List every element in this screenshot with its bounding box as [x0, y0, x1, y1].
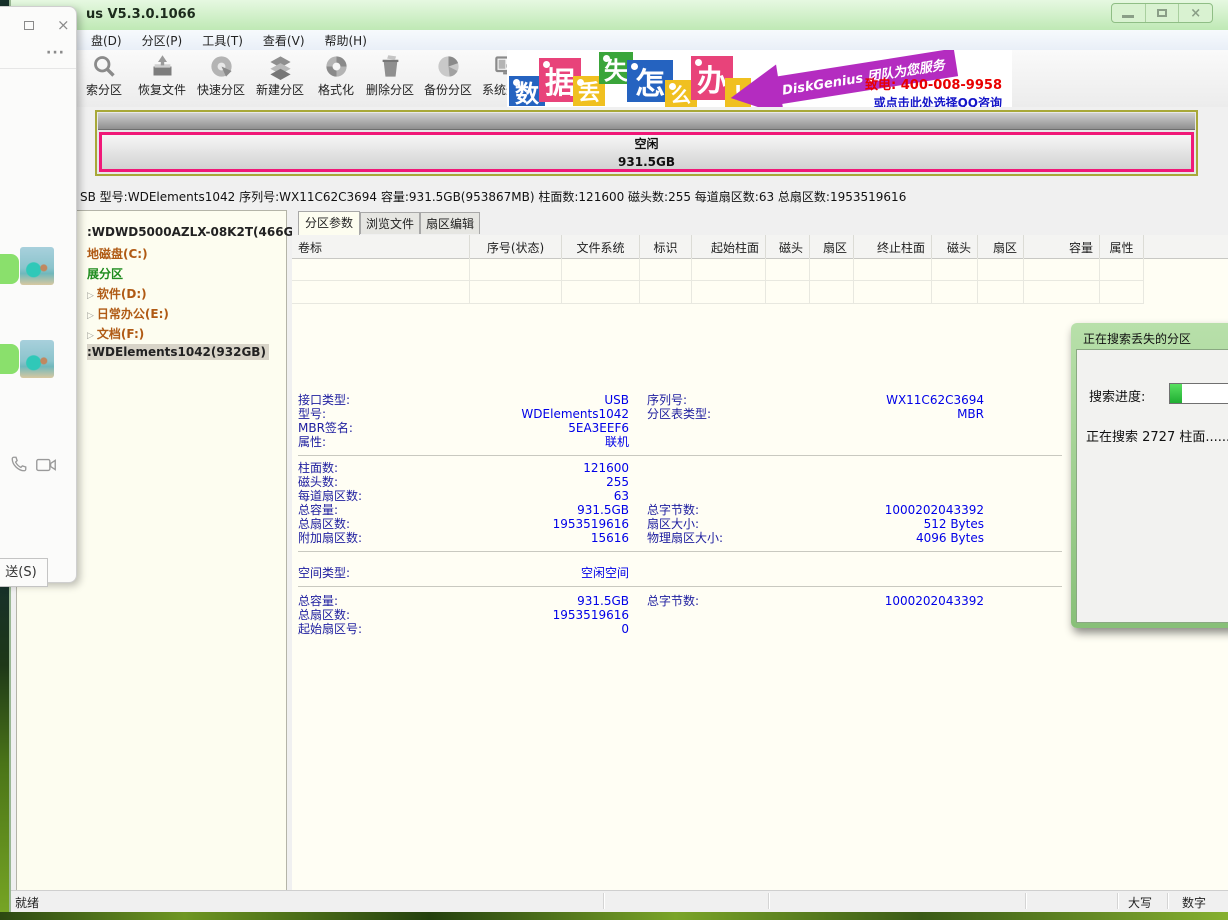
- table-header: 卷标 序号(状态) 文件系统 标识 起始柱面 磁头 扇区 终止柱面 磁头 扇区 …: [292, 235, 1228, 259]
- info-separator: [298, 455, 1062, 456]
- status-bar: 就绪 大写 数字: [11, 890, 1228, 912]
- menu-partition[interactable]: 分区(P): [132, 30, 193, 51]
- maximize-icon: [1157, 9, 1167, 17]
- close-icon[interactable]: ×: [57, 16, 70, 34]
- disk-info-line: SB 型号:WDElements1042 序列号:WX11C62C3694 容量…: [11, 184, 1228, 210]
- tree-expand-icon[interactable]: ▷: [87, 311, 94, 321]
- disk-frame: 空闲 931.5GB: [95, 110, 1198, 176]
- ad-phone-number: 致电: 400-008-9958: [865, 74, 1002, 93]
- new-partition-button[interactable]: 新建分区: [251, 53, 309, 105]
- tree-expand-icon[interactable]: ▷: [87, 291, 94, 301]
- col-head2[interactable]: 磁头: [932, 235, 978, 258]
- dialog-title[interactable]: 正在搜索丢失的分区: [1083, 330, 1191, 347]
- photo-avatar[interactable]: [20, 247, 54, 285]
- recover-files-icon: [149, 53, 176, 80]
- backup-partition-button[interactable]: 备份分区: [419, 53, 477, 105]
- diskgenius-window: us V5.3.0.1066 × 盘(D) 分区(P) 工具(T) 查看(V) …: [9, 0, 1228, 912]
- ad-qq-link[interactable]: 或点击此处选择QQ咨询: [865, 94, 1002, 107]
- caption-buttons: ×: [1111, 3, 1213, 23]
- format-button[interactable]: 格式化: [307, 53, 365, 105]
- tab-sector-edit[interactable]: 扇区编辑: [420, 212, 480, 234]
- col-end-cylinder[interactable]: 终止柱面: [854, 235, 932, 258]
- search-icon: [91, 53, 118, 80]
- col-head1[interactable]: 磁头: [766, 235, 810, 258]
- free-space-bar[interactable]: 空闲 931.5GB: [99, 132, 1194, 172]
- status-capslock: 大写: [1128, 894, 1152, 911]
- menu-help[interactable]: 帮助(H): [315, 30, 377, 51]
- photo-avatar[interactable]: [20, 340, 54, 378]
- trash-icon: [377, 53, 404, 80]
- col-id[interactable]: 标识: [640, 235, 692, 258]
- layers-icon: [267, 53, 294, 80]
- menu-tools[interactable]: 工具(T): [192, 30, 253, 51]
- tab-browse-files[interactable]: 浏览文件: [360, 212, 420, 234]
- pie-icon: [435, 53, 462, 80]
- disk0-bar[interactable]: [98, 113, 1195, 130]
- table-row[interactable]: [292, 281, 1228, 304]
- restore-icon[interactable]: [24, 21, 34, 30]
- close-button[interactable]: ×: [1179, 4, 1212, 22]
- minimize-icon: [1122, 15, 1134, 18]
- recover-files-button[interactable]: 恢复文件: [133, 53, 191, 105]
- disc-icon: [208, 53, 235, 80]
- col-start-cylinder[interactable]: 起始柱面: [692, 235, 766, 258]
- minimize-button[interactable]: [1112, 4, 1146, 22]
- tab-strip: 分区参数 浏览文件 扇区编辑: [292, 210, 1228, 236]
- desktop: us V5.3.0.1066 × 盘(D) 分区(P) 工具(T) 查看(V) …: [0, 0, 1228, 920]
- partition-bar-panel: 空闲 931.5GB: [11, 107, 1228, 184]
- send-button[interactable]: 送(S): [0, 558, 48, 587]
- search-status-text: 正在搜索 2727 柱面......: [1086, 426, 1228, 445]
- desktop-wallpaper-strip: [0, 912, 1228, 920]
- col-sector2[interactable]: 扇区: [978, 235, 1024, 258]
- info-separator: [298, 586, 1062, 587]
- col-attribute[interactable]: 属性: [1100, 235, 1144, 258]
- tree-expand-icon[interactable]: ▷: [87, 331, 94, 341]
- quick-partition-button[interactable]: 快速分区: [192, 53, 250, 105]
- arrow-tip-icon: [727, 64, 785, 107]
- chat-overlay-window: × ··· 送(S): [0, 6, 77, 583]
- main-content: :WDWD5000AZLX-08K2T(466GB) 地磁盘(C:) 展分区 ▷…: [11, 210, 1228, 891]
- desktop-wallpaper-strip: [0, 583, 9, 912]
- chat-bubble: [0, 344, 19, 374]
- search-partition-button[interactable]: 索分区: [75, 53, 133, 105]
- title-bar[interactable]: us V5.3.0.1066 ×: [11, 0, 1228, 30]
- phone-icon[interactable]: [10, 455, 28, 473]
- progress-bar: [1169, 383, 1228, 404]
- search-progress-dialog: 正在搜索丢失的分区 搜索进度: 正在搜索 2727 柱面......: [1071, 323, 1228, 628]
- status-ready: 就绪: [15, 894, 39, 911]
- col-index-status[interactable]: 序号(状态): [470, 235, 562, 258]
- close-icon: ×: [1190, 7, 1201, 20]
- progress-fill: [1170, 384, 1182, 403]
- menu-bar: 盘(D) 分区(P) 工具(T) 查看(V) 帮助(H): [11, 30, 1228, 51]
- table-row[interactable]: [292, 258, 1228, 281]
- divider: [0, 68, 76, 69]
- menu-disk[interactable]: 盘(D): [81, 30, 132, 51]
- maximize-button[interactable]: [1146, 4, 1180, 22]
- chat-bubble: [0, 254, 19, 284]
- video-call-icon[interactable]: [36, 457, 56, 473]
- free-size: 931.5GB: [618, 155, 675, 169]
- status-numlock: 数字: [1182, 894, 1206, 911]
- menu-view[interactable]: 查看(V): [253, 30, 315, 51]
- ad-banner[interactable]: 数 据 丢 失 怎 么 办 ! DiskGenius 团队为您服务 致电: 40…: [507, 50, 1012, 107]
- delete-partition-button[interactable]: 删除分区: [361, 53, 419, 105]
- col-sector1[interactable]: 扇区: [810, 235, 854, 258]
- progress-label: 搜索进度:: [1089, 386, 1145, 405]
- col-capacity[interactable]: 容量: [1024, 235, 1100, 258]
- col-volume-label[interactable]: 卷标: [292, 235, 470, 258]
- tab-partition-params[interactable]: 分区参数: [298, 211, 360, 235]
- more-options-icon[interactable]: ···: [46, 45, 65, 61]
- info-separator: [298, 551, 1062, 552]
- col-filesystem[interactable]: 文件系统: [562, 235, 640, 258]
- window-title: us V5.3.0.1066: [86, 7, 196, 22]
- free-label: 空闲: [634, 135, 658, 152]
- format-icon: [323, 53, 350, 80]
